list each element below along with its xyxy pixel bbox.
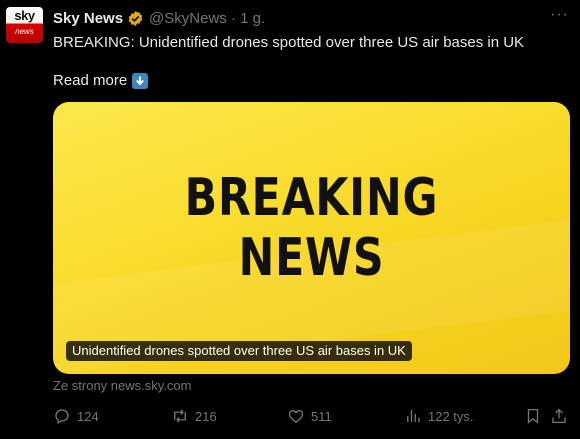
avatar[interactable]: sky news bbox=[6, 7, 43, 43]
avatar-logo-sky: sky bbox=[14, 8, 35, 23]
share-icon bbox=[552, 408, 566, 424]
author-name[interactable]: Sky News bbox=[53, 10, 123, 27]
down-arrow-emoji-icon bbox=[132, 73, 149, 89]
headline-line-2: NEWS bbox=[238, 228, 385, 288]
avatar-logo-news: news bbox=[15, 27, 34, 36]
read-more-line: Read more bbox=[53, 71, 149, 91]
bookmark-button[interactable] bbox=[524, 407, 542, 430]
more-options-icon[interactable]: ··· bbox=[550, 7, 569, 23]
read-more-text: Read more bbox=[53, 72, 128, 89]
views-button[interactable]: 122 tys. bbox=[404, 407, 474, 425]
card-headline: BREAKING NEWS bbox=[100, 168, 524, 288]
heart-icon bbox=[288, 409, 304, 423]
card-source[interactable]: Ze strony news.sky.com bbox=[53, 378, 191, 393]
link-card[interactable]: BREAKING NEWS Unidentified drones spotte… bbox=[53, 102, 570, 374]
headline-line-1: BREAKING bbox=[184, 168, 439, 228]
views-bar-chart-icon bbox=[407, 410, 420, 422]
reply-button[interactable]: 124 bbox=[53, 407, 99, 425]
handle-and-time[interactable]: @SkyNews · 1 g. bbox=[149, 10, 265, 27]
share-button[interactable] bbox=[550, 407, 568, 430]
action-bar: 124 216 511 122 tys. bbox=[53, 403, 570, 431]
reply-count: 124 bbox=[77, 408, 99, 424]
tweet-header: Sky News @SkyNews · 1 g. bbox=[53, 8, 265, 28]
card-caption: Unidentified drones spotted over three U… bbox=[66, 341, 412, 361]
bookmark-icon bbox=[527, 408, 539, 424]
repost-button[interactable]: 216 bbox=[171, 407, 217, 425]
repost-icon bbox=[174, 409, 186, 423]
tweet-text: BREAKING: Unidentified drones spotted ov… bbox=[53, 34, 525, 51]
like-button[interactable]: 511 bbox=[287, 407, 332, 425]
repost-count: 216 bbox=[195, 408, 217, 424]
tweet[interactable]: sky news Sky News @SkyNews · 1 g. ··· BR… bbox=[0, 0, 580, 439]
verified-badge-icon[interactable] bbox=[127, 10, 144, 27]
like-count: 511 bbox=[311, 408, 332, 424]
reply-icon bbox=[55, 409, 69, 424]
views-count: 122 tys. bbox=[428, 408, 474, 424]
